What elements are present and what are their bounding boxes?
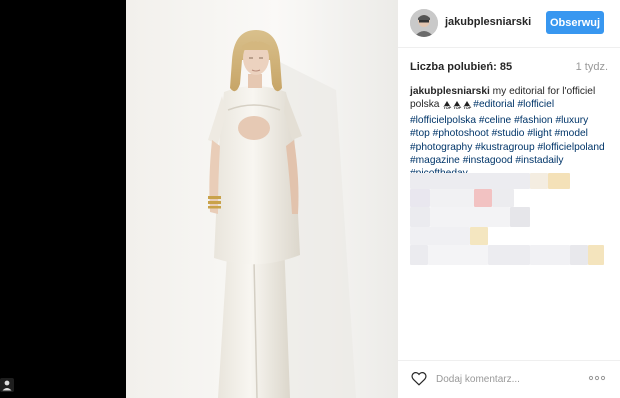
post-side-panel: jakubplesniarski Obserwuj Liczba polubie… <box>398 0 620 398</box>
more-options-icon[interactable] <box>588 374 606 382</box>
hashtag-link[interactable]: #celine <box>479 115 511 126</box>
post-photo[interactable] <box>126 0 398 398</box>
hashtag-link[interactable]: #photography <box>410 142 472 153</box>
comment-input[interactable] <box>436 372 576 386</box>
follow-button[interactable]: Obserwuj <box>546 11 604 34</box>
user-icon[interactable] <box>0 378 14 392</box>
hashtag-link[interactable]: #instadaily <box>515 155 563 166</box>
hashtag-link[interactable]: #magazine <box>410 155 460 166</box>
user-glyph <box>2 380 12 391</box>
avatar[interactable] <box>410 9 438 37</box>
likes-label: Liczba polubień: <box>410 61 497 73</box>
hashtag-link[interactable]: #top <box>410 128 430 139</box>
hashtag-link[interactable]: #lofficielpoland <box>537 142 604 153</box>
hashtag-link[interactable]: #lofficiel <box>517 99 554 110</box>
hashtag-link[interactable]: #photoshoot <box>433 128 489 139</box>
top-emoji-icon: TOP TOP TOP <box>442 100 472 113</box>
likes-number: 85 <box>499 61 513 73</box>
blurred-comments <box>410 173 604 265</box>
hashtag-link[interactable]: #instagood <box>463 155 513 166</box>
model-photo-image <box>126 0 398 398</box>
likes-row: Liczba polubień: 85 1 tydz. <box>410 61 608 75</box>
heart-icon[interactable] <box>411 371 427 386</box>
caption-username[interactable]: jakubplesniarski <box>410 86 490 97</box>
post-username[interactable]: jakubplesniarski <box>445 16 531 28</box>
avatar-image <box>410 9 438 37</box>
post-footer <box>398 360 620 398</box>
hashtag-link[interactable]: #luxury <box>555 115 588 126</box>
hashtag-link[interactable]: #light <box>527 128 551 139</box>
post-caption: jakubplesniarski my editorial for l'offi… <box>410 85 610 181</box>
post-header: jakubplesniarski Obserwuj <box>398 0 620 48</box>
likes-count[interactable]: Liczba polubień: 85 <box>410 61 512 73</box>
hashtag-link[interactable]: #model <box>555 128 588 139</box>
hashtag-link[interactable]: #editorial <box>473 99 514 110</box>
hashtag-link[interactable]: #lofficielpolska <box>410 115 476 126</box>
hashtag-link[interactable]: #studio <box>492 128 525 139</box>
post-time[interactable]: 1 tydz. <box>576 61 608 73</box>
hashtag-link[interactable]: #kustragroup <box>475 142 534 153</box>
hashtag-link[interactable]: #fashion <box>514 115 553 126</box>
